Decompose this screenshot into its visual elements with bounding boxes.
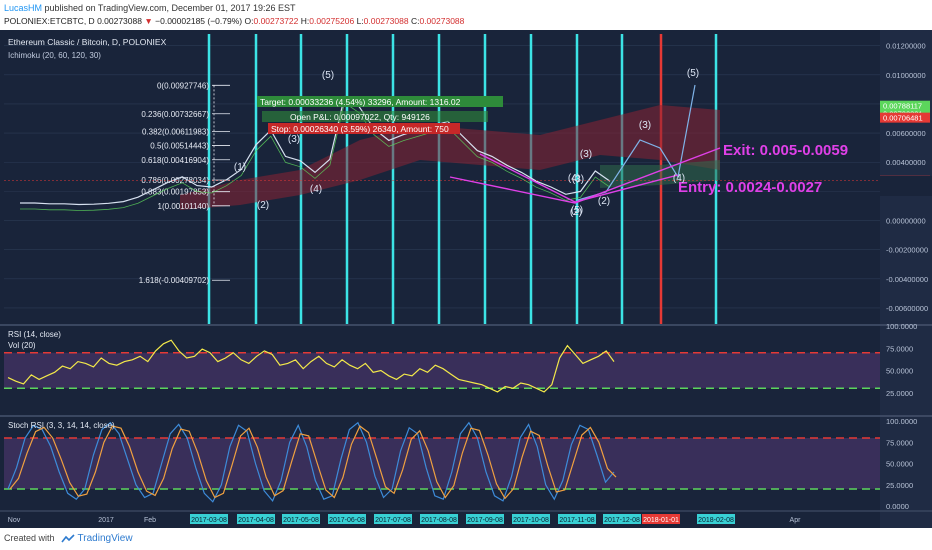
- time-axis-label: 2017-11-08: [559, 517, 594, 524]
- stoch-tick-label: 100.0000: [886, 417, 917, 426]
- rsi-tick-label: 75.0000: [886, 344, 913, 353]
- publish-text: published on TradingView.com, December 0…: [44, 3, 296, 13]
- time-axis-label: Apr: [790, 517, 802, 524]
- time-axis-label: 2017-10-08: [513, 517, 549, 524]
- time-axis-label: 2017: [98, 517, 114, 524]
- wave-label: (3): [580, 149, 592, 160]
- time-axis-label: 2017-12-08: [604, 517, 640, 524]
- wave-label: (4): [310, 184, 322, 195]
- stoch-tick-label: 75.0000: [886, 438, 913, 447]
- symbol-info: POLONIEX:ETCBTC, D 0.00273088 ▼ −0.00002…: [4, 16, 464, 26]
- author-link[interactable]: LucasHM: [4, 3, 42, 13]
- open-value: 0.00273722: [253, 16, 299, 26]
- rsi-tick-label: 100.0000: [886, 322, 917, 331]
- wave-label: (4): [673, 173, 685, 184]
- created-with-text: Created with: [4, 533, 55, 543]
- open-pnl-label: Open P&L: 0.00097022, Qty: 949126: [290, 112, 430, 122]
- tradingview-logo-icon: [60, 534, 75, 543]
- fib-level-label: 0.236(0.00732667): [141, 110, 209, 119]
- wave-label: (1): [234, 162, 246, 173]
- low-label: L:: [356, 16, 364, 26]
- exit-annotation: Exit: 0.005-0.0059: [723, 142, 848, 159]
- price-tick-label: 0.00400000: [886, 158, 926, 167]
- entry-annotation: Entry: 0.0024-0.0027: [678, 179, 822, 196]
- rsi-title: RSI (14, close): [8, 330, 61, 339]
- high-label: H:: [300, 16, 310, 26]
- stoch-tick-label: 25.0000: [886, 481, 913, 490]
- time-axis-label: 2017-06-08: [329, 517, 365, 524]
- time-axis-label: 2017-08-08: [421, 517, 457, 524]
- time-axis-label: 2018-01-01: [643, 517, 679, 524]
- time-axis-label: Feb: [144, 517, 156, 524]
- price-tick-label: -0.00200000: [886, 246, 928, 255]
- stop-label: Stop: 0.00026340 (3.59%) 26340, Amount: …: [271, 124, 449, 134]
- down-arrow-icon: ▼: [144, 16, 153, 26]
- chart-footer: Created with TradingView: [0, 528, 932, 550]
- stoch-tick-label: 50.0000: [886, 460, 913, 469]
- fib-level-label: 1(0.00101140): [158, 202, 210, 211]
- price-tick-label: 0.01200000: [886, 42, 926, 51]
- time-axis-label: Nov: [8, 517, 21, 524]
- fib-level-label: 0.382(0.00611983): [142, 127, 209, 136]
- stoch-tick-label: 0.0000: [886, 502, 909, 511]
- chart-header: LucasHM published on TradingView.com, De…: [0, 0, 932, 30]
- time-axis-label: 2017-04-08: [238, 517, 274, 524]
- fib-level-label: 0(0.00927746): [157, 81, 209, 90]
- time-axis-label: 2017-09-08: [467, 517, 503, 524]
- low-value: 0.00273088: [363, 16, 409, 26]
- target-label: Target: 0.00033236 (4.54%) 33296, Amount…: [260, 97, 461, 107]
- price-tick-label: -0.00600000: [886, 304, 928, 313]
- fib-level-label: 0.5(0.00514443): [150, 142, 209, 151]
- tradingview-link[interactable]: TradingView: [78, 533, 133, 544]
- time-axis-label: 2017-03-08: [191, 517, 227, 524]
- close-value: 0.00273088: [419, 16, 465, 26]
- entry-overflow-mask: [880, 176, 932, 196]
- time-axis-label: 2018-02-08: [698, 517, 734, 524]
- last-price: 0.00273088: [97, 16, 142, 26]
- price-label: 0.00706481: [883, 114, 923, 123]
- wave-label: (2): [570, 207, 582, 218]
- chart-title: Ethereum Classic / Bitcoin, D, POLONIEX: [8, 37, 167, 47]
- indicator-label: Ichimoku (20, 60, 120, 30): [8, 51, 101, 60]
- wave-label: (5): [687, 68, 699, 79]
- wave-label: (3): [288, 134, 300, 145]
- price-tick-label: 0.00600000: [886, 129, 926, 138]
- price-tick-label: -0.00400000: [886, 275, 928, 284]
- stoch-title: Stoch RSI (3, 3, 14, 14, close): [8, 421, 115, 430]
- wave-label: (3): [572, 174, 584, 185]
- fib-level-label: 0.618(0.00416904): [141, 156, 209, 165]
- time-axis-label: 2017-05-08: [283, 517, 319, 524]
- publish-info: LucasHM published on TradingView.com, De…: [4, 3, 296, 13]
- chart-canvas[interactable]: 0.012000000.010000000.008000000.00600000…: [0, 30, 932, 528]
- volume-title: Vol (20): [8, 341, 36, 350]
- price-tick-label: 0.01000000: [886, 71, 926, 80]
- wave-label: (3): [639, 120, 651, 131]
- fib-level-label: 1.618(-0.00409702): [139, 276, 210, 285]
- rsi-tick-label: 25.0000: [886, 389, 913, 398]
- rsi-tick-label: 50.0000: [886, 367, 913, 376]
- price-change: −0.00002185 (−0.79%): [155, 16, 243, 26]
- wave-label: (2): [598, 196, 610, 207]
- wave-label: (5): [322, 70, 334, 81]
- time-axis-label: 2017-07-08: [375, 517, 411, 524]
- price-tick-label: 0.00000000: [886, 217, 926, 226]
- fib-level-label: 0.786(0.00278034): [141, 176, 209, 185]
- wave-label: (2): [257, 200, 269, 211]
- symbol-label: POLONIEX:ETCBTC, D: [4, 16, 95, 26]
- high-value: 0.00275206: [309, 16, 355, 26]
